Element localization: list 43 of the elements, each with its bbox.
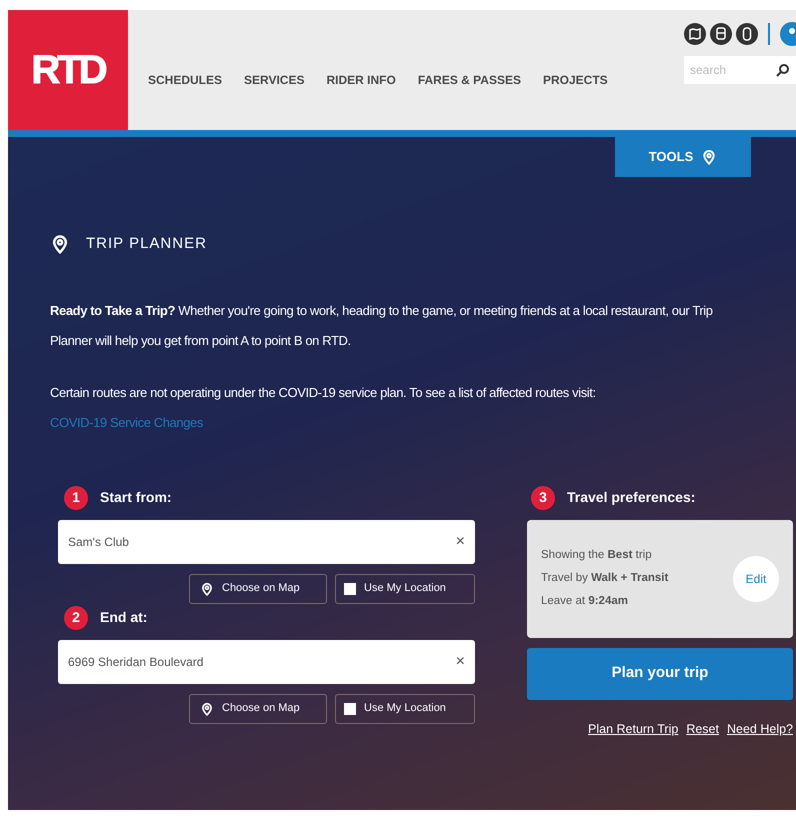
preference-text: Leave at 9:24am bbox=[541, 594, 629, 610]
checkbox[interactable] bbox=[344, 582, 356, 594]
footer-link[interactable]: Need Help? bbox=[726, 720, 793, 738]
location-pin-icon bbox=[200, 582, 214, 596]
train-icon[interactable] bbox=[736, 23, 758, 45]
step-label: Travel preferences: bbox=[567, 488, 696, 507]
location-pin-icon bbox=[50, 234, 70, 254]
nav-link[interactable]: FARES & PASSES bbox=[418, 71, 521, 89]
plan-trip-button[interactable]: Plan your trip bbox=[527, 648, 793, 700]
nav-link[interactable]: SERVICES bbox=[244, 71, 304, 89]
footer-link[interactable]: Plan Return Trip bbox=[588, 720, 678, 738]
nav-link[interactable]: PROJECTS bbox=[542, 71, 608, 89]
logo[interactable]: RTD bbox=[8, 10, 128, 130]
tools-tab[interactable]: TOOLS bbox=[615, 137, 751, 177]
clear-button[interactable]: × bbox=[456, 654, 465, 670]
nav-link[interactable]: RIDER INFO bbox=[326, 71, 396, 89]
step-label: Start from: bbox=[100, 488, 172, 507]
nav-link[interactable]: SCHEDULES bbox=[148, 71, 222, 89]
step-number: 1 bbox=[64, 486, 88, 510]
choose-on-map-button[interactable]: Choose on Map bbox=[189, 694, 327, 724]
preference-text: Travel by Walk + Transit bbox=[541, 570, 668, 586]
step-label: End at: bbox=[100, 608, 148, 627]
footer-link[interactable]: Reset bbox=[686, 720, 719, 738]
use-my-location-toggle[interactable]: Use My Location bbox=[335, 574, 475, 604]
map-icon[interactable] bbox=[684, 23, 706, 45]
address-field[interactable]: 6969 Sheridan Boulevard × bbox=[58, 640, 475, 684]
location-pin-icon bbox=[701, 149, 718, 165]
bus-icon[interactable] bbox=[710, 23, 732, 45]
address-field[interactable]: Sam's Club × bbox=[58, 520, 475, 564]
notice-text: Certain routes are not operating under the COVID-19 service plan. To see a list of affected routes visit: bbox=[50, 384, 596, 400]
edit-button[interactable]: Edit bbox=[733, 556, 779, 602]
step-number: 3 bbox=[531, 486, 555, 510]
page-title: TRIP PLANNER bbox=[86, 234, 207, 254]
use-my-location-toggle[interactable]: Use My Location bbox=[335, 694, 475, 724]
search-field[interactable]: search bbox=[684, 56, 796, 84]
location-pin-icon bbox=[200, 702, 214, 716]
intro-text: Ready to Take a Trip? Whether you're going to work, heading to the game, or meeting friends at a local restaurant, our Trip Planner will help you get from point A to point B on RTD. bbox=[50, 302, 714, 350]
preference-text: Showing the Best trip bbox=[541, 548, 653, 563]
checkbox[interactable] bbox=[344, 702, 356, 714]
search-icon[interactable] bbox=[776, 63, 790, 77]
clear-button[interactable]: × bbox=[456, 534, 465, 550]
choose-on-map-button[interactable]: Choose on Map bbox=[189, 574, 327, 604]
step-number: 2 bbox=[64, 606, 88, 630]
